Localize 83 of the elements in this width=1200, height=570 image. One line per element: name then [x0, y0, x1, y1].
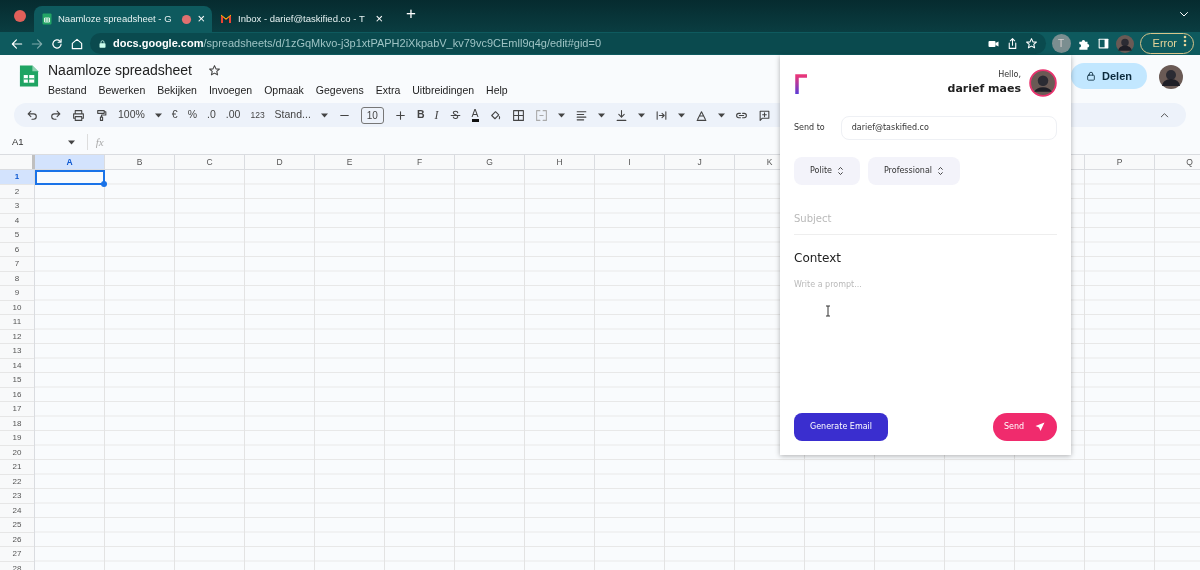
row-header[interactable]: 10 — [0, 300, 34, 315]
zoom-dropdown[interactable]: 100% — [118, 107, 145, 123]
tone-select[interactable]: Professional — [867, 156, 960, 185]
column-header[interactable]: B — [105, 155, 175, 169]
row-header[interactable]: 25 — [0, 518, 34, 533]
send-button[interactable]: Send — [993, 413, 1057, 441]
recipient-field[interactable]: darief@taskified.co — [840, 115, 1057, 140]
profile-status: Error — [1152, 36, 1177, 52]
row-header[interactable]: 20 — [0, 445, 34, 460]
browser-tab[interactable]: Naamloze spreadsheet - G × — [34, 6, 212, 32]
font-dropdown[interactable]: Stand... — [274, 107, 311, 123]
row-header[interactable]: 26 — [0, 532, 34, 547]
name-box[interactable]: A1 — [12, 134, 24, 150]
tab-close-button[interactable]: × — [375, 9, 383, 29]
generate-email-button[interactable]: Generate Email — [794, 413, 888, 441]
row-header[interactable]: 8 — [0, 271, 34, 286]
column-header[interactable]: P — [1085, 155, 1155, 169]
tab-title: Inbox - darief@taskified.co - T — [238, 11, 366, 26]
share-button[interactable]: Delen — [1071, 63, 1147, 89]
italic-button[interactable]: I — [434, 106, 439, 124]
row-header[interactable]: 23 — [0, 489, 34, 504]
row-header[interactable]: 1 — [0, 170, 34, 185]
row-header[interactable]: 2 — [0, 184, 34, 199]
formula-label: fx — [86, 133, 104, 151]
row-header[interactable]: 4 — [0, 213, 34, 228]
row-header[interactable]: 22 — [0, 474, 34, 489]
column-header[interactable]: D — [245, 155, 315, 169]
send-to-label: Send to — [794, 121, 825, 134]
currency-button[interactable]: € — [171, 107, 178, 123]
menu-item[interactable]: Uitbreidingen — [412, 83, 475, 99]
increase-decimals-button[interactable]: .00 — [225, 107, 241, 123]
number-format-button[interactable]: 123 — [250, 108, 265, 122]
row-header[interactable]: 19 — [0, 431, 34, 446]
menu-item[interactable]: Bewerken — [98, 83, 146, 99]
text-color-button[interactable]: A — [471, 108, 479, 122]
row-header[interactable]: 9 — [0, 286, 34, 301]
tab-title: Naamloze spreadsheet - G — [58, 11, 173, 26]
row-header[interactable]: 12 — [0, 329, 34, 344]
greeting-text: Hello, — [997, 69, 1021, 81]
percent-button[interactable]: % — [187, 107, 198, 123]
row-header[interactable]: 14 — [0, 358, 34, 373]
url-text: docs.google.com/spreadsheets/d/1zGqMkvo-j3p1xtPAPH2iXkpabV_kv79vc9CEmll9q4g/edit#gid=0 — [113, 36, 601, 52]
row-header[interactable]: 16 — [0, 387, 34, 402]
menu-item[interactable]: Extra — [375, 83, 401, 99]
row-header[interactable]: 6 — [0, 242, 34, 257]
row-header[interactable]: 7 — [0, 257, 34, 272]
row-header[interactable]: 13 — [0, 344, 34, 359]
menu-item[interactable]: Bestand — [48, 83, 87, 99]
document-title[interactable]: Naamloze spreadsheet — [48, 61, 192, 79]
column-header[interactable]: G — [455, 155, 525, 169]
row-header[interactable]: 5 — [0, 228, 34, 243]
address-bar[interactable]: docs.google.com/spreadsheets/d/1zGqMkvo-j3p1xtPAPH2iXkpabV_kv79vc9CEmll9q4g/edit#gid=0 — [90, 33, 1046, 54]
column-header[interactable]: E — [315, 155, 385, 169]
decrease-decimals-button[interactable]: .0 — [207, 107, 216, 123]
column-header[interactable]: A — [35, 155, 105, 169]
row-header[interactable]: 24 — [0, 503, 34, 518]
font-size-field[interactable]: 10 — [360, 106, 384, 124]
menu-item[interactable]: Help — [486, 83, 508, 99]
row-header[interactable]: 3 — [0, 199, 34, 214]
menu-item[interactable]: Gegevens — [315, 83, 364, 99]
column-header[interactable]: H — [525, 155, 595, 169]
row-header[interactable]: 11 — [0, 315, 34, 330]
tab-close-button[interactable]: × — [197, 9, 205, 29]
row-header[interactable]: 21 — [0, 460, 34, 475]
column-header[interactable]: C — [175, 155, 245, 169]
tone-select[interactable]: Polite — [794, 156, 860, 185]
browser-tab[interactable]: Inbox - darief@taskified.co - T × — [212, 6, 390, 32]
menu-item[interactable]: Invoegen — [208, 83, 253, 99]
row-header[interactable]: 17 — [0, 402, 34, 417]
row-header[interactable]: 18 — [0, 416, 34, 431]
menu-item[interactable]: Bekijken — [157, 83, 197, 99]
column-header[interactable]: J — [665, 155, 735, 169]
column-header[interactable]: I — [595, 155, 665, 169]
row-header[interactable]: 15 — [0, 373, 34, 388]
user-name: darief maes — [947, 81, 1021, 97]
column-header[interactable]: Q — [1155, 155, 1200, 169]
column-header[interactable]: F — [385, 155, 455, 169]
new-tab-button[interactable]: + — [400, 0, 422, 27]
row-header[interactable]: 28 — [0, 561, 34, 570]
menu-item[interactable]: Opmaak — [264, 83, 304, 99]
row-header[interactable]: 27 — [0, 547, 34, 562]
context-heading: Context — [794, 249, 842, 267]
bold-button[interactable]: B — [416, 107, 425, 123]
